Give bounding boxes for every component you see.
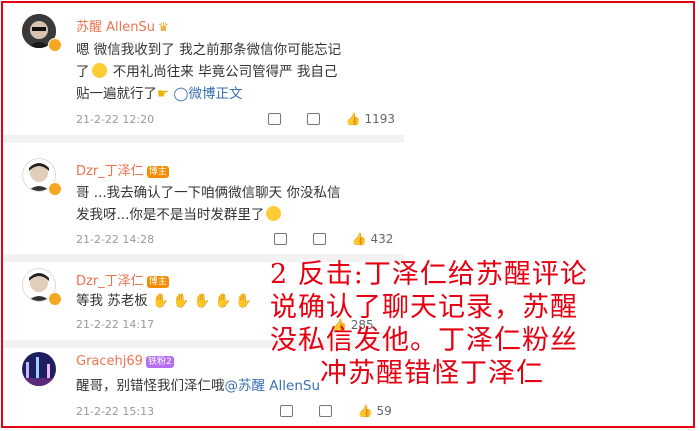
username[interactable]: Gracehj69 铁粉2 xyxy=(76,354,174,369)
share-icon[interactable] xyxy=(280,405,293,417)
annotation-line: 2 反击:丁泽仁给苏醒评论 xyxy=(270,259,588,290)
comment-text: 哥 ...我去确认了一下咱俩微信聊天 你没私信 发我呀...你是不是当时发群里了 xyxy=(76,185,341,223)
share-icon[interactable] xyxy=(268,113,281,125)
username[interactable]: 苏醒 AllenSu ♛ xyxy=(76,16,169,35)
like-count: 1193 xyxy=(364,112,395,126)
comment-icon[interactable] xyxy=(318,405,332,417)
like-count: 59 xyxy=(376,404,392,418)
smile-emoji-icon xyxy=(91,63,107,78)
timestamp: 21-2-22 15:13 xyxy=(76,405,155,418)
comment-actions: 👍 1193 xyxy=(268,112,395,126)
verified-badge-icon xyxy=(48,38,62,52)
author-badge: 博主 xyxy=(146,165,169,178)
avatar[interactable] xyxy=(22,352,56,386)
annotation-line: 没私信发他。丁泽仁粉丝 xyxy=(270,325,578,356)
username[interactable]: Dzr_丁泽仁 博主 xyxy=(76,160,169,179)
comment-actions: 👍 432 xyxy=(274,232,393,246)
thumbs-up-icon[interactable]: 👍 xyxy=(352,232,367,246)
comment-icon[interactable] xyxy=(306,113,320,125)
timestamp: 21-2-22 14:17 xyxy=(76,318,155,331)
weibo-link[interactable]: ◯微博正文 xyxy=(173,86,242,102)
thinking-emoji-icon xyxy=(266,206,282,221)
thumbs-up-icon[interactable]: 👍 xyxy=(346,112,361,126)
like-count: 432 xyxy=(370,232,394,246)
crown-icon: ♛ xyxy=(157,20,169,34)
thumbs-up-icon[interactable]: 👍 xyxy=(358,404,373,418)
verified-badge-icon xyxy=(48,292,62,306)
annotation-line: 冲苏醒错怪丁泽仁 xyxy=(320,358,544,389)
divider xyxy=(4,135,404,143)
clap-emoji-icon: ✋✋✋✋✋ xyxy=(152,293,257,309)
pointing-hand-emoji-icon: ☛ xyxy=(157,86,170,102)
username[interactable]: Dzr_丁泽仁 博主 xyxy=(76,270,169,289)
annotation-overlay: 2 反击:丁泽仁给苏醒评论 说确认了聊天记录，苏醒 没私信发他。丁泽仁粉丝 冲苏… xyxy=(270,258,690,390)
comment-actions: 👍 59 xyxy=(280,404,392,418)
timestamp: 21-2-22 12:20 xyxy=(76,113,155,126)
comment-text: 嗯 微信我收到了 我之前那条微信你可能忘记 了 不用礼尚往来 毕竟公司管得严 我… xyxy=(76,42,342,102)
comment-text: 等我 苏老板 ✋✋✋✋✋ xyxy=(76,293,257,309)
annotation-line: 说确认了聊天记录，苏醒 xyxy=(270,292,578,323)
timestamp: 21-2-22 14:28 xyxy=(76,233,155,246)
fan-badge: 铁粉2 xyxy=(145,355,174,368)
verified-badge-icon xyxy=(48,182,62,196)
author-badge: 博主 xyxy=(146,275,169,288)
comment-icon[interactable] xyxy=(312,233,326,245)
share-icon[interactable] xyxy=(274,233,287,245)
